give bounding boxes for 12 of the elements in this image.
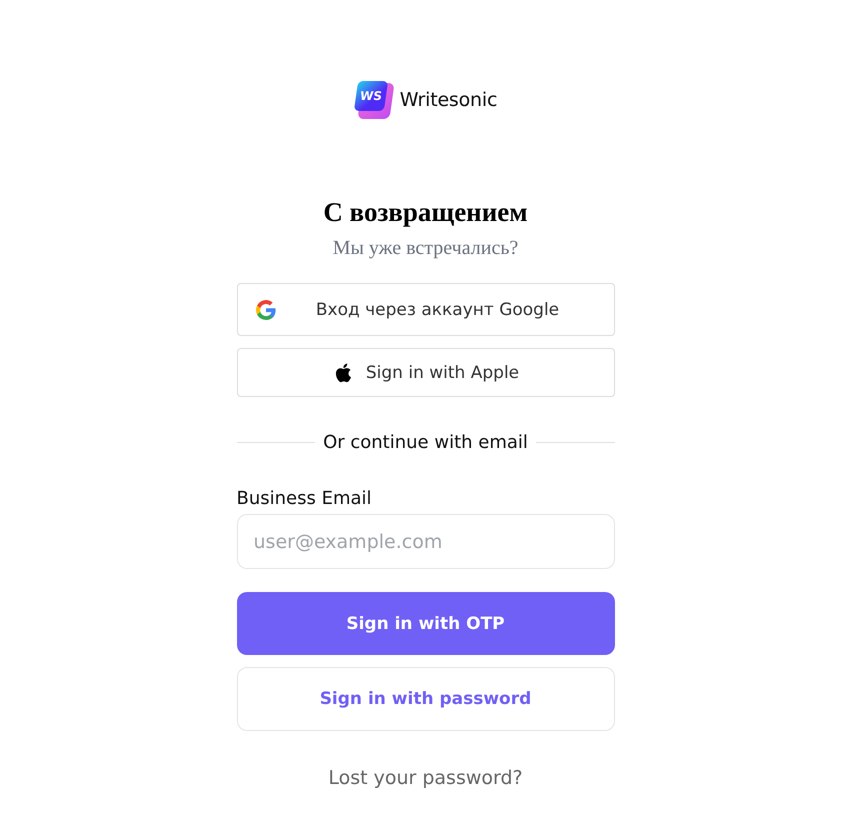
lost-password-link[interactable]: Lost your password? [328, 767, 523, 789]
google-sign-in-button[interactable]: Вход через аккаунт Google [236, 283, 614, 336]
field-label: Business Email [236, 487, 373, 511]
password-sign-in-button[interactable]: Sign in with password [236, 667, 614, 731]
otp-sign-in-button[interactable]: Sign in with OTP [236, 592, 614, 655]
subtitle: Мы уже встречались? [332, 236, 518, 261]
logo-text: Writesonic [400, 89, 498, 111]
page-title: С возвращением [323, 196, 528, 229]
apple-sign-in-button[interactable]: Sign in with Apple [236, 348, 614, 397]
divider-label: Or continue with email [323, 432, 528, 452]
email-input[interactable]: user@example.com [236, 514, 614, 569]
google-icon [254, 298, 278, 322]
